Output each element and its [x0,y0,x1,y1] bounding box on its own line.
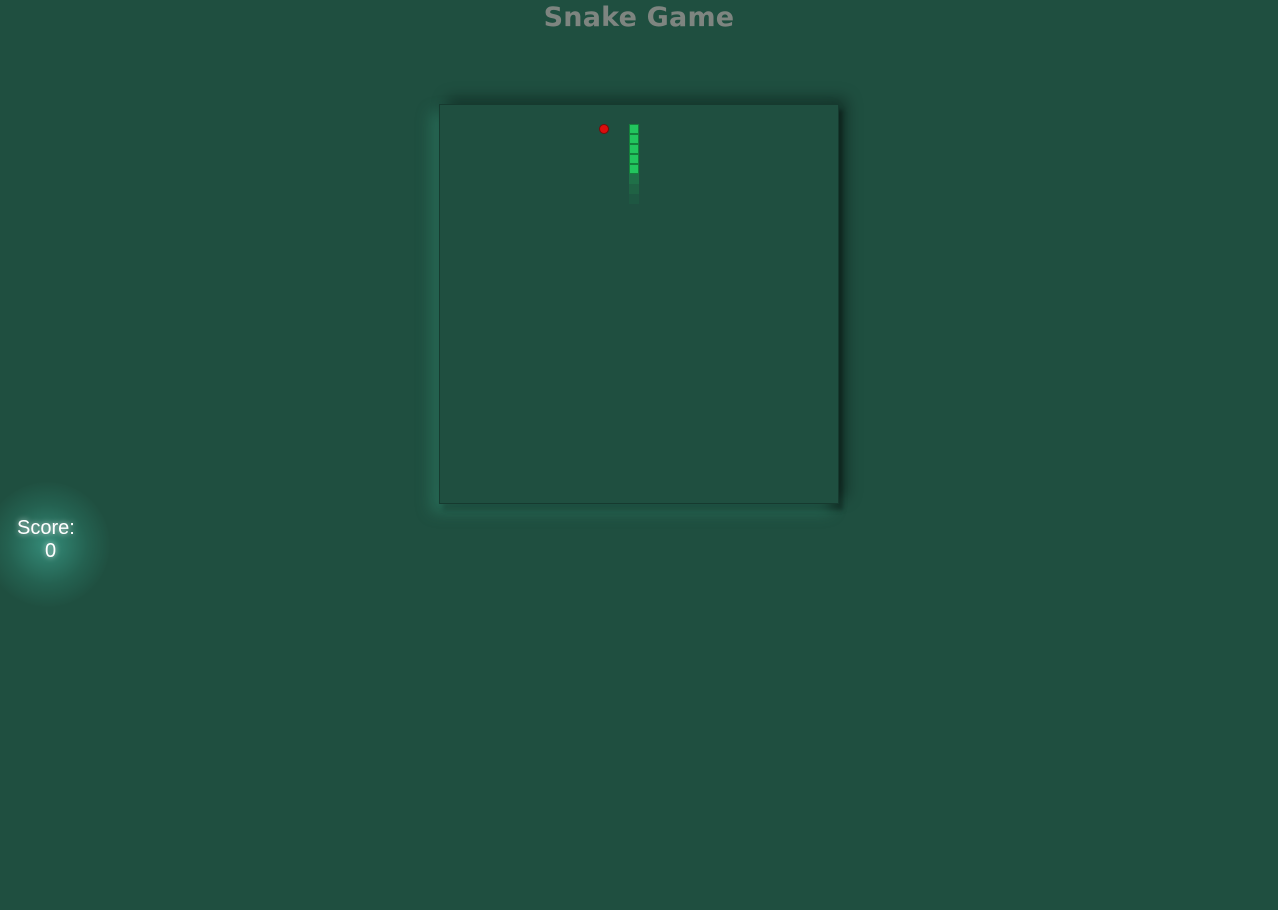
snake-segment [629,144,639,154]
page-title: Snake Game [543,2,735,33]
snake-game-page: Snake Game Score: 0 [0,0,1278,910]
snake-trail [629,174,639,184]
game-board[interactable] [439,104,839,504]
score-label: Score: [17,517,75,539]
snake-segment [629,134,639,144]
score-value: 0 [45,540,57,562]
snake-head [629,124,639,134]
snake-segment [629,164,639,174]
food [599,124,609,134]
snake-segment [629,154,639,164]
snake-trail [629,194,639,204]
snake-trail [629,184,639,194]
